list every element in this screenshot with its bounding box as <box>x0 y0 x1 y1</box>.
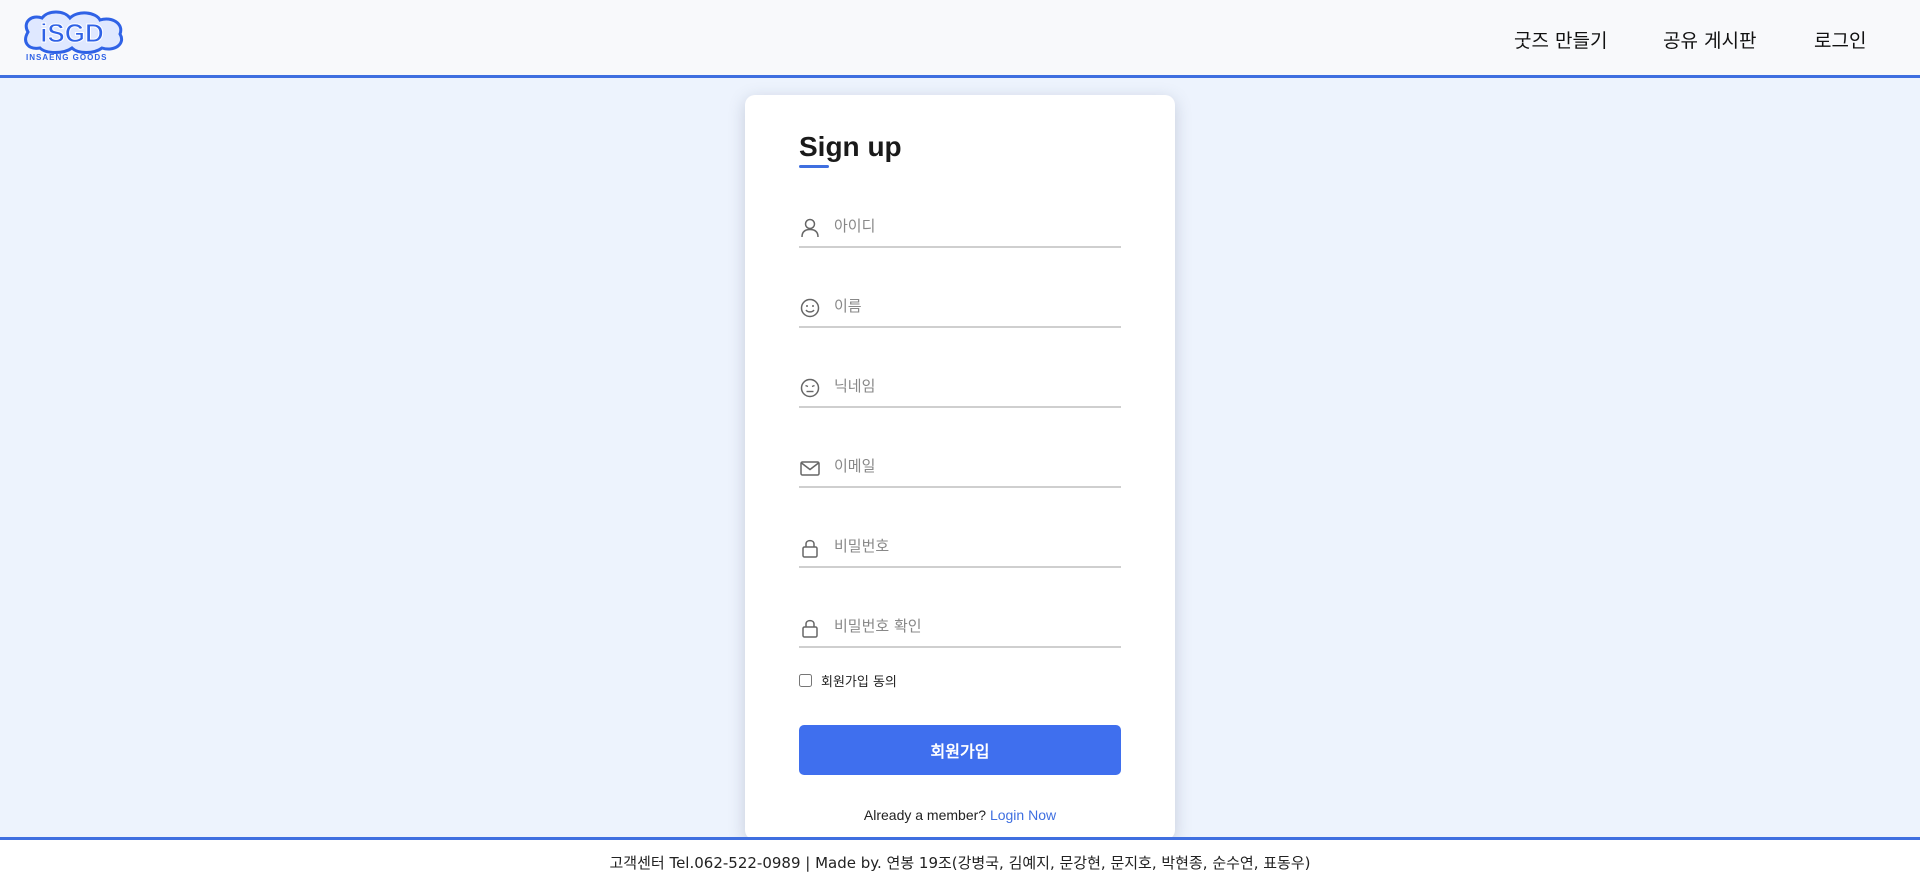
agree-checkbox[interactable] <box>799 673 812 687</box>
name-input[interactable] <box>834 292 1114 320</box>
title-underline <box>799 165 829 168</box>
email-input[interactable] <box>834 452 1114 480</box>
nav-share-board[interactable]: 공유 게시판 <box>1663 26 1756 53</box>
user-icon <box>801 218 819 238</box>
site-header: iSGD INSAENG GOODS 굿즈 만들기 공유 게시판 로그인 <box>0 0 1920 78</box>
lock-icon <box>802 539 818 558</box>
password-field <box>799 528 1121 568</box>
name-field <box>799 288 1121 328</box>
nav-login[interactable]: 로그인 <box>1814 26 1866 53</box>
agree-checkbox-row[interactable]: 회원가입 동의 <box>799 670 897 690</box>
nav-make-goods[interactable]: 굿즈 만들기 <box>1514 26 1607 53</box>
login-now-link[interactable]: Login Now <box>990 807 1056 823</box>
face-icon <box>800 378 820 398</box>
agree-label: 회원가입 동의 <box>821 674 897 690</box>
member-prompt: Already a member? Login Now <box>745 807 1175 823</box>
signup-title: Sign up <box>799 131 902 162</box>
footer-text: 고객센터 Tel.062-522-0989 | Made by. 연봉 19조(… <box>609 854 1311 872</box>
password-input[interactable] <box>834 532 1114 560</box>
signup-button[interactable]: 회원가입 <box>799 725 1121 775</box>
mail-icon <box>800 461 820 476</box>
id-input[interactable] <box>834 212 1114 240</box>
smile-icon <box>800 298 820 318</box>
email-field <box>799 448 1121 488</box>
logo-subtitle: INSAENG GOODS <box>26 53 108 62</box>
password-confirm-input[interactable] <box>834 612 1114 640</box>
signup-card: Sign up 아이디 이름 닉네임 이메일 회원가입 동의 회원가입 Alre… <box>745 95 1175 840</box>
nickname-field <box>799 368 1121 408</box>
member-text: Already a member? <box>863 807 987 823</box>
lock-icon <box>802 619 818 638</box>
id-field <box>799 208 1121 248</box>
password-confirm-field <box>799 608 1121 648</box>
main-nav: 굿즈 만들기 공유 게시판 로그인 <box>0 26 1920 54</box>
nickname-input[interactable] <box>834 372 1114 400</box>
site-footer: 고객센터 Tel.062-522-0989 | Made by. 연봉 19조(… <box>0 837 1920 880</box>
